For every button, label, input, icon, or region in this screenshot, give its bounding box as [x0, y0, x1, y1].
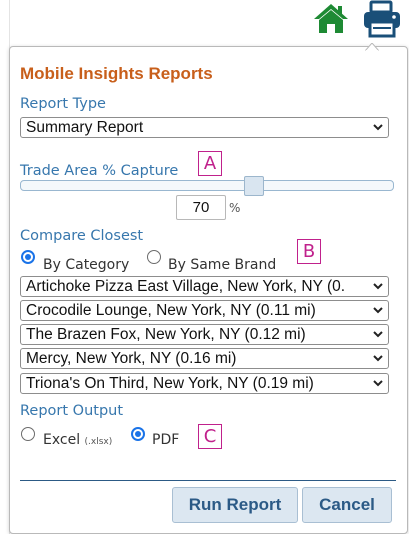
- panel-title: Mobile Insights Reports: [20, 64, 213, 83]
- cancel-button[interactable]: Cancel: [302, 487, 392, 523]
- chevron-down-icon: [373, 307, 383, 314]
- callout-c: C: [198, 424, 222, 449]
- callout-a: A: [198, 151, 222, 176]
- compare-closest-label: Compare Closest: [20, 228, 144, 244]
- by-category-radio[interactable]: [21, 250, 35, 264]
- location-select-5[interactable]: Triona's On Third, New York, NY (0.19 mi…: [20, 373, 389, 394]
- by-same-brand-label: By Same Brand: [168, 257, 277, 273]
- top-toolbar: [0, 0, 409, 44]
- location-select-2[interactable]: Crocodile Lounge, New York, NY (0.11 mi): [20, 300, 389, 321]
- excel-label-text: Excel: [43, 432, 81, 448]
- home-button[interactable]: [311, 2, 351, 36]
- location-value: Artichoke Pizza East Village, New York, …: [26, 278, 346, 295]
- by-same-brand-radio[interactable]: [147, 250, 161, 264]
- chevron-down-icon: [373, 380, 383, 387]
- print-button[interactable]: [359, 0, 405, 40]
- footer-divider: [20, 480, 396, 481]
- location-value: The Brazen Fox, New York, NY (0.12 mi): [26, 326, 306, 343]
- trade-area-slider[interactable]: [20, 180, 394, 191]
- location-select-1[interactable]: Artichoke Pizza East Village, New York, …: [20, 276, 389, 297]
- report-type-value: Summary Report: [26, 119, 144, 136]
- popover-caret: [365, 43, 379, 51]
- report-output-label: Report Output: [20, 403, 124, 419]
- location-value: Mercy, New York, NY (0.16 mi): [26, 350, 237, 367]
- home-icon: [314, 4, 348, 33]
- run-report-button[interactable]: Run Report: [172, 487, 298, 523]
- chevron-down-icon: [373, 331, 383, 338]
- by-category-label: By Category: [43, 257, 130, 273]
- pdf-label: PDF: [152, 432, 180, 448]
- pdf-radio[interactable]: [131, 427, 145, 441]
- percent-sign: %: [229, 201, 241, 215]
- excel-label: Excel (.xlsx): [43, 432, 112, 448]
- printer-icon: [364, 0, 400, 38]
- report-type-select[interactable]: Summary Report: [20, 117, 389, 138]
- location-value: Crocodile Lounge, New York, NY (0.11 mi): [26, 302, 316, 319]
- callout-b: B: [297, 239, 321, 264]
- chevron-down-icon: [373, 124, 383, 131]
- trade-area-percent-input[interactable]: 70: [176, 195, 226, 220]
- chevron-down-icon: [373, 283, 383, 290]
- trade-area-label: Trade Area % Capture: [20, 163, 179, 179]
- excel-radio[interactable]: [21, 427, 35, 441]
- location-value: Triona's On Third, New York, NY (0.19 mi…: [26, 375, 314, 392]
- excel-extension: (.xlsx): [84, 437, 113, 447]
- report-type-label: Report Type: [20, 96, 106, 112]
- location-select-3[interactable]: The Brazen Fox, New York, NY (0.12 mi): [20, 324, 389, 345]
- trade-area-slider-handle[interactable]: [244, 176, 264, 196]
- chevron-down-icon: [373, 355, 383, 362]
- location-select-4[interactable]: Mercy, New York, NY (0.16 mi): [20, 348, 389, 369]
